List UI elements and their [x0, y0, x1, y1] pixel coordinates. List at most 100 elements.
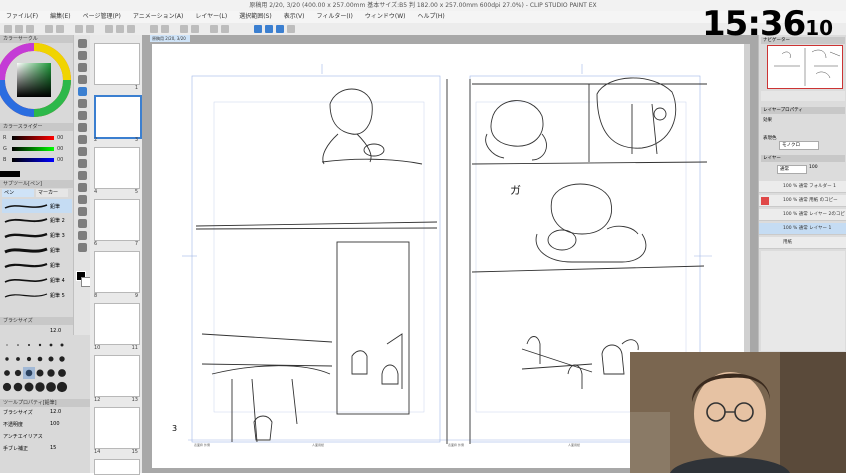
page-thumb[interactable]: [94, 251, 140, 293]
g-slider[interactable]: [12, 147, 54, 151]
b-value[interactable]: 00: [57, 157, 63, 163]
eyedropper-tool-icon[interactable]: [78, 87, 87, 96]
pen-tool-icon[interactable]: [78, 99, 87, 108]
r-label: R: [3, 135, 7, 141]
eraser-tool-icon[interactable]: [78, 147, 87, 156]
stream-clock: 15:3610: [702, 4, 842, 46]
crop-icon[interactable]: [127, 25, 135, 33]
page-thumb[interactable]: [94, 407, 140, 449]
snap-special-ruler-icon[interactable]: [265, 25, 273, 33]
brush-item-5[interactable]: 鉛筆 4: [50, 277, 65, 284]
brush-size-value[interactable]: 12.0: [50, 328, 61, 334]
figure-tool-icon[interactable]: [78, 183, 87, 192]
blend-mode-select[interactable]: 通常: [777, 165, 807, 174]
snap-grid-icon[interactable]: [276, 25, 284, 33]
menu-help[interactable]: ヘルプ(H): [411, 11, 450, 23]
pencil-tool-icon[interactable]: [78, 111, 87, 120]
page-thumb-label: 10 11: [94, 345, 138, 351]
layer-row-selected[interactable]: 100 % 通常 レイヤー 1: [759, 223, 846, 235]
brush-item-6[interactable]: 鉛筆 5: [50, 292, 65, 299]
layer-opacity-value[interactable]: 100: [809, 165, 818, 170]
menu-layer[interactable]: レイヤー(L): [189, 11, 233, 23]
zoom-icon[interactable]: [161, 25, 169, 33]
subtool-tab-marker[interactable]: マーカー: [36, 189, 68, 197]
r-slider[interactable]: [12, 136, 54, 140]
page-thumb[interactable]: [94, 147, 140, 189]
main-color-swatch[interactable]: [0, 171, 20, 177]
layers-header: レイヤー: [761, 155, 845, 162]
open-icon[interactable]: [15, 25, 23, 33]
menu-edit[interactable]: 編集(E): [44, 11, 76, 23]
menu-view[interactable]: 表示(V): [278, 11, 311, 23]
layer-row[interactable]: 用紙: [759, 237, 846, 249]
brush-size-grid[interactable]: [2, 337, 72, 395]
page-thumb[interactable]: [94, 355, 140, 397]
color-wheel[interactable]: [0, 43, 73, 123]
brush-tool-icon[interactable]: [78, 123, 87, 132]
navigator-sketch: [774, 48, 841, 86]
prop-brush-size-value[interactable]: 12.0: [50, 409, 61, 415]
layer-row[interactable]: 100 % 通常 レイヤー 2のコピー: [759, 209, 846, 229]
brush-item-1[interactable]: 鉛筆 2: [50, 217, 65, 224]
menu-page[interactable]: ページ管理(P): [77, 11, 127, 23]
layer-row[interactable]: 100 % 通常 用紙 のコピー: [759, 195, 846, 207]
page-manager: 1 23 45 67 89 10 11 12 13 14 15: [90, 35, 143, 475]
brush-item-4[interactable]: 鉛筆: [50, 262, 60, 269]
deselect-icon[interactable]: [105, 25, 113, 33]
clear-icon[interactable]: [75, 25, 83, 33]
ruler-icon[interactable]: [221, 25, 229, 33]
snap-ruler-icon[interactable]: [254, 25, 262, 33]
page-thumb-label: 1: [134, 85, 138, 91]
correct-line-tool-icon[interactable]: [78, 243, 87, 252]
brush-item-0[interactable]: 鉛筆: [50, 203, 60, 210]
menu-file[interactable]: ファイル(F): [0, 11, 44, 23]
transform-icon[interactable]: [86, 25, 94, 33]
fill-tool-icon[interactable]: [78, 159, 87, 168]
layer-color-icon: [761, 197, 769, 205]
r-value[interactable]: 00: [57, 135, 63, 141]
page-thumb-selected[interactable]: [94, 95, 142, 139]
webcam-image: [630, 352, 846, 473]
move-tool-icon[interactable]: [78, 51, 87, 60]
prop-stabilization-value[interactable]: 15: [50, 445, 56, 451]
operation-tool-icon[interactable]: [78, 63, 87, 72]
redo-icon[interactable]: [56, 25, 64, 33]
tool-property-header: ツールプロパティ[鉛筆]: [0, 399, 90, 407]
selection-tool-icon[interactable]: [78, 75, 87, 84]
page-thumb-label: 23: [94, 137, 138, 143]
page-thumb[interactable]: [94, 199, 140, 241]
save-icon[interactable]: [26, 25, 34, 33]
brush-item-3[interactable]: 鉛筆: [50, 247, 60, 254]
navigator-preview[interactable]: [767, 45, 843, 89]
page-thumb[interactable]: [94, 303, 140, 345]
rotate-icon[interactable]: [191, 25, 199, 33]
menu-animation[interactable]: アニメーション(A): [127, 11, 190, 23]
prop-opacity-value[interactable]: 100: [50, 421, 60, 427]
expression-color-select[interactable]: モノクロ: [779, 141, 819, 150]
gradient-tool-icon[interactable]: [78, 171, 87, 180]
menu-filter[interactable]: フィルター(I): [311, 11, 359, 23]
settings-icon[interactable]: [287, 25, 295, 33]
menu-selection[interactable]: 選択範囲(S): [233, 11, 278, 23]
airbrush-tool-icon[interactable]: [78, 135, 87, 144]
grid-icon[interactable]: [210, 25, 218, 33]
document-tab[interactable]: 原稿用 2/20, 3/20: [150, 35, 190, 42]
subtool-tab-pen[interactable]: ペン: [2, 189, 34, 197]
text-tool-icon[interactable]: [78, 219, 87, 228]
brush-item-2[interactable]: 鉛筆 3: [50, 232, 65, 239]
ruler-tool-icon[interactable]: [78, 207, 87, 216]
g-value[interactable]: 00: [57, 146, 63, 152]
b-slider[interactable]: [12, 158, 54, 162]
undo-icon[interactable]: [45, 25, 53, 33]
frame-tool-icon[interactable]: [78, 195, 87, 204]
balloon-tool-icon[interactable]: [78, 231, 87, 240]
menu-window[interactable]: ウィンドウ(W): [359, 11, 412, 23]
new-icon[interactable]: [4, 25, 12, 33]
zoom-tool-icon[interactable]: [78, 39, 87, 48]
invert-selection-icon[interactable]: [116, 25, 124, 33]
page-thumb[interactable]: [94, 43, 140, 85]
fill-icon[interactable]: [150, 25, 158, 33]
flip-icon[interactable]: [180, 25, 188, 33]
navigator-controls[interactable]: [761, 91, 845, 101]
layer-row[interactable]: 100 % 通常 フォルダー 1: [759, 181, 846, 193]
